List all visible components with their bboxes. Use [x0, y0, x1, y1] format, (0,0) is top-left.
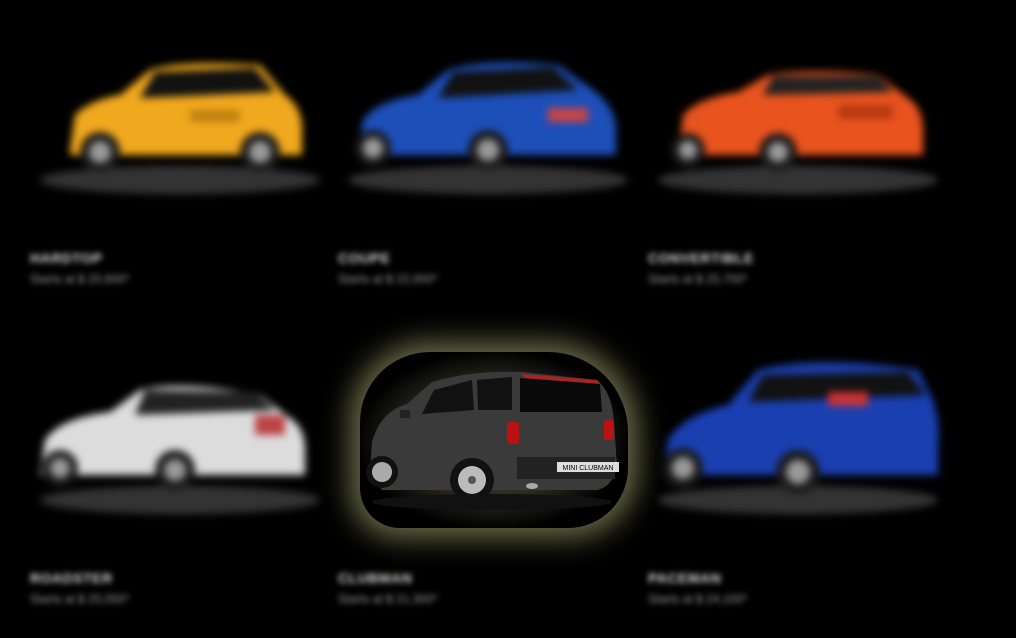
car-image-paceman[interactable]: [648, 340, 948, 540]
model-card-roadster[interactable]: ROADSTER Starts at $ 25,050*: [30, 340, 330, 620]
badge-text: MINI CLUBMAN: [563, 465, 614, 472]
model-card-paceman[interactable]: PACEMAN Starts at $ 24,100*: [648, 340, 948, 620]
model-name[interactable]: COUPE: [338, 250, 437, 266]
model-card-convertible[interactable]: CONVERTIBLE Starts at $ 25,700*: [648, 20, 948, 300]
car-image-clubman[interactable]: MINI CLUBMAN: [362, 362, 622, 522]
model-name[interactable]: PACEMAN: [648, 570, 747, 586]
car-image-coupe[interactable]: [338, 20, 638, 220]
model-card-hardtop[interactable]: HARDTOP Starts at $ 20,600*: [30, 20, 330, 300]
model-price: Starts at $ 25,700*: [648, 272, 748, 286]
model-price: Starts at $ 22,000*: [338, 272, 438, 286]
model-card-coupe[interactable]: COUPE Starts at $ 22,000*: [338, 20, 638, 300]
model-name[interactable]: CLUBMAN: [338, 570, 437, 586]
model-name[interactable]: ROADSTER: [30, 570, 129, 586]
car-image-convertible[interactable]: [648, 20, 948, 220]
model-name[interactable]: HARDTOP: [30, 250, 129, 266]
model-name[interactable]: CONVERTIBLE: [648, 250, 754, 266]
model-price: Starts at $ 25,050*: [30, 592, 130, 606]
model-price: Starts at $ 24,100*: [648, 592, 748, 606]
model-price: Starts at $ 20,600*: [30, 272, 130, 286]
model-grid: HARDTOP Starts at $ 20,600* COUPE Starts…: [0, 0, 1016, 638]
car-image-roadster[interactable]: [30, 340, 330, 540]
model-price: Starts at $ 21,300*: [338, 592, 438, 606]
car-image-hardtop[interactable]: [30, 20, 330, 220]
